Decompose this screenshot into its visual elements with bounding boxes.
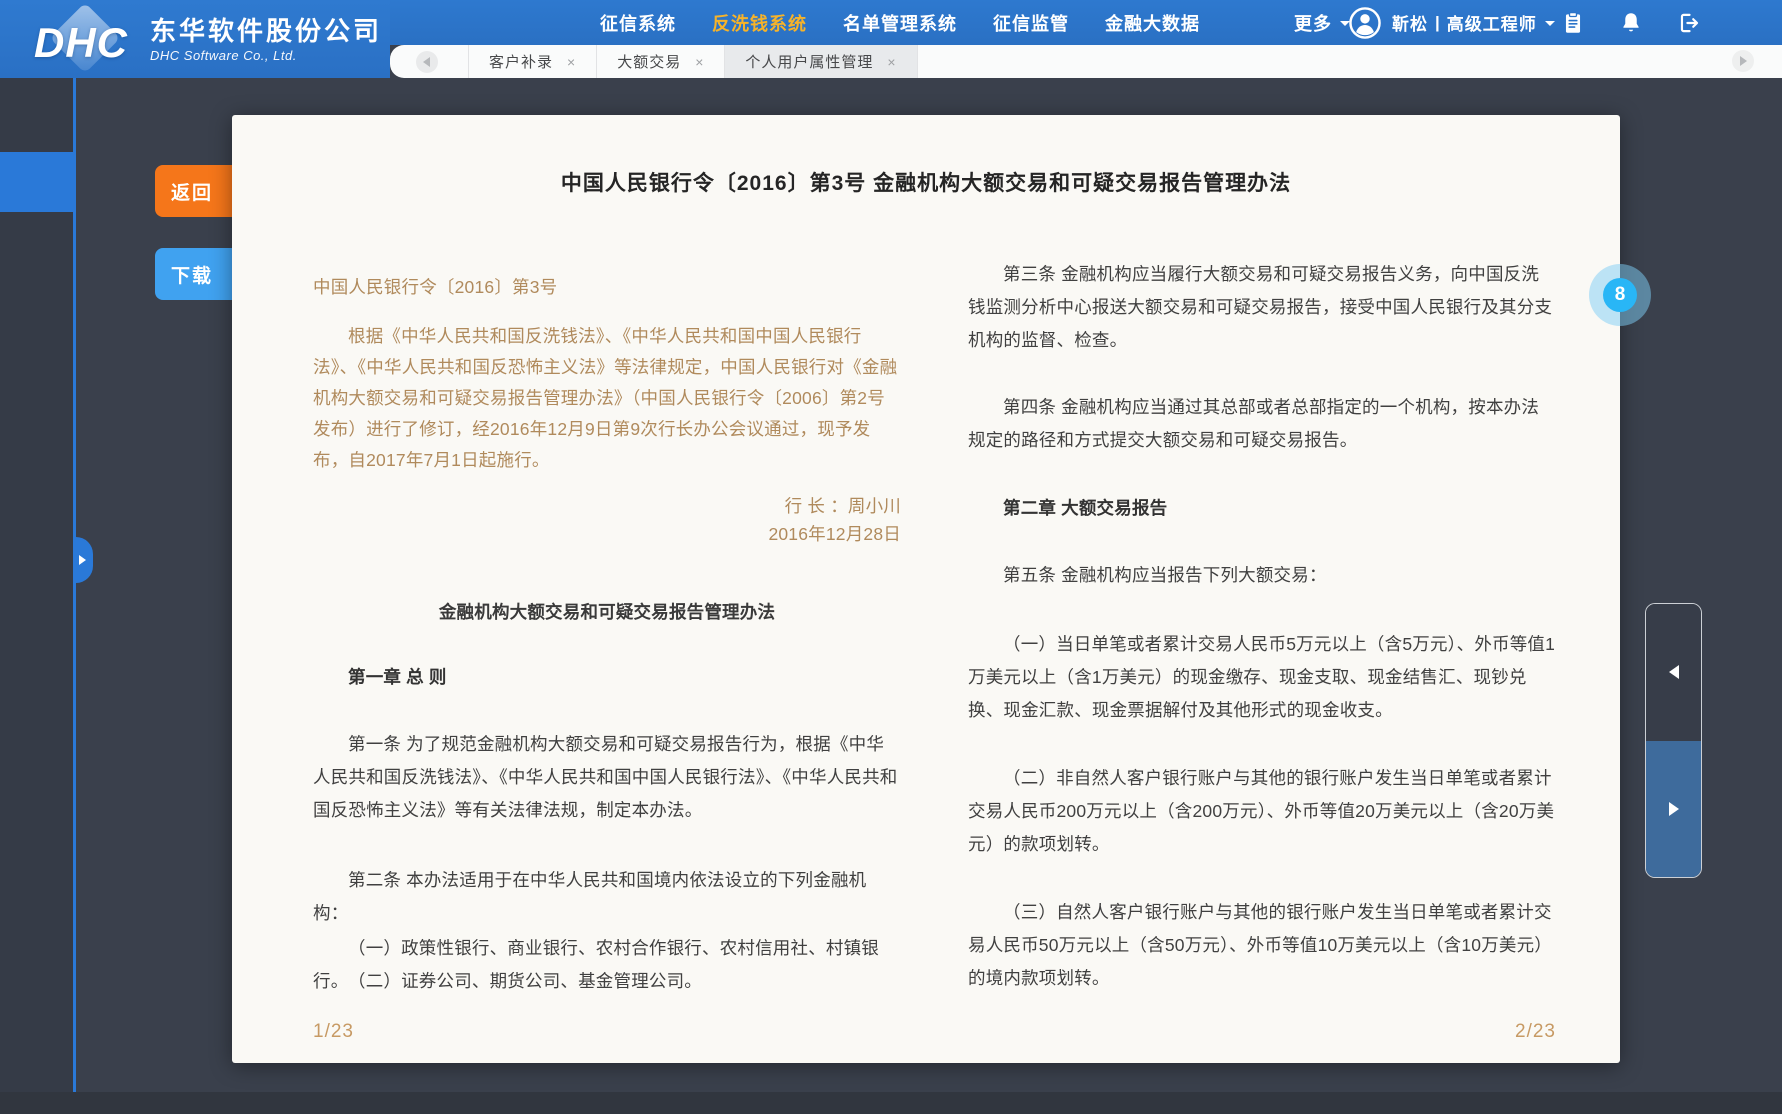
tabs: 客户补录 × 大额交易 × 个人用户属性管理 × [468, 45, 918, 78]
article-4: 第四条 金融机构应当通过其总部或者总部指定的一个机构，按本办法规定的路径和方式提… [968, 391, 1556, 457]
nav-label: 征信监管 [993, 10, 1069, 36]
article-3: 第三条 金融机构应当履行大额交易和可疑交易报告义务，向中国反洗钱监测分析中心报送… [968, 258, 1556, 357]
user-role: 高级工程师 [1447, 10, 1537, 35]
notification-badge[interactable]: 8 [1589, 264, 1651, 326]
nav-item-credit-system[interactable]: 征信系统 [600, 10, 676, 36]
nav-item-aml-system[interactable]: 反洗钱系统 [712, 10, 807, 36]
article-2-item-2: （二）证券公司、期货公司、基金管理公司。 [313, 965, 901, 998]
regulation-heading: 金融机构大额交易和可疑交易报告管理办法 [313, 596, 901, 629]
badge-count: 8 [1603, 278, 1637, 312]
tab-customer-supplement[interactable]: 客户补录 × [468, 45, 596, 78]
decree-preamble: 根据《中华人民共和国反洗钱法》、《中华人民共和国中国人民银行法》、《中华人民共和… [313, 321, 901, 476]
close-icon[interactable]: × [695, 55, 704, 69]
nav-item-list-management[interactable]: 名单管理系统 [843, 10, 957, 36]
chevron-left-icon [1662, 665, 1679, 679]
article-2: 第二条 本办法适用于在中华人民共和国境内依法设立的下列金融机构： [313, 864, 901, 930]
tab-personal-user-attributes[interactable]: 个人用户属性管理 × [724, 45, 917, 78]
header-actions [1560, 0, 1702, 45]
tab-large-transactions[interactable]: 大额交易 × [596, 45, 724, 78]
nav-label: 征信系统 [600, 10, 676, 36]
page-number-left: 1/23 [313, 1015, 901, 1048]
company-subtitle: DHC Software Co., Ltd. [150, 48, 382, 63]
nav-item-more[interactable]: 更多 [1294, 10, 1350, 36]
article-5-item-2: （二）非自然人客户银行账户与其他的银行账户发生当日单笔或者累计交易人民币200万… [968, 762, 1556, 861]
tab-label: 客户补录 [489, 51, 553, 72]
next-page-button[interactable] [1646, 741, 1701, 878]
nav-label: 金融大数据 [1105, 10, 1200, 36]
app-window: DHC 东华软件股份公司 DHC Software Co., Ltd. 征信系统… [0, 0, 1782, 1114]
article-5: 第五条 金融机构应当报告下列大额交易： [968, 559, 1556, 592]
chapter-2-heading: 第二章 大额交易报告 [968, 492, 1556, 525]
back-button[interactable]: 返回 [155, 165, 241, 217]
avatar-icon [1348, 6, 1382, 40]
decree-number: 中国人民银行令〔2016〕第3号 [313, 271, 901, 304]
article-5-item-1: （一）当日单笔或者累计交易人民币5万元以上（含5万元）、外币等值1万美元以上（含… [968, 628, 1556, 727]
tab-label: 大额交易 [617, 51, 681, 72]
bottom-bar [0, 1092, 1782, 1114]
sidebar-accent-line [73, 78, 76, 1092]
sidebar [0, 78, 73, 1092]
user-menu[interactable]: 靳松 | 高级工程师 [1348, 0, 1555, 45]
chevron-right-icon [1669, 802, 1686, 816]
nav-item-credit-supervision[interactable]: 征信监管 [993, 10, 1069, 36]
nav-label: 更多 [1294, 10, 1332, 36]
tab-scroll-right-icon[interactable] [1732, 50, 1754, 72]
chevron-left-icon [418, 57, 430, 67]
article-5-item-3: （三）自然人客户银行账户与其他的银行账户发生当日单笔或者累计交易人民币50万元以… [968, 896, 1556, 995]
tab-scroll-left-icon[interactable] [416, 51, 438, 73]
chevron-right-icon [79, 555, 91, 565]
page-number-right: 2/23 [968, 1015, 1556, 1048]
nav-item-big-data[interactable]: 金融大数据 [1105, 10, 1200, 36]
document-viewer[interactable]: 中国人民银行令〔2016〕第3号 金融机构大额交易和可疑交易报告管理办法 中国人… [232, 115, 1620, 1063]
dhc-logo: DHC [34, 7, 138, 71]
decree-sign-date: 2016年12月28日 [313, 519, 901, 550]
chevron-right-icon [1740, 56, 1752, 66]
previous-page-button[interactable] [1646, 604, 1701, 741]
sidebar-active-highlight [0, 152, 76, 212]
article-1: 第一条 为了规范金融机构大额交易和可疑交易报告行为，根据《中华人民共和国反洗钱法… [313, 728, 901, 827]
sidebar-expand-handle[interactable] [76, 537, 93, 583]
logout-icon[interactable] [1676, 10, 1702, 36]
user-name: 靳松 [1392, 10, 1428, 35]
chevron-down-icon [1545, 21, 1555, 31]
logo-block: DHC 东华软件股份公司 DHC Software Co., Ltd. [0, 0, 390, 78]
clipboard-icon[interactable] [1560, 10, 1586, 36]
nav-label: 反洗钱系统 [712, 10, 807, 36]
user-divider: | [1435, 13, 1440, 33]
main-nav: 征信系统 反洗钱系统 名单管理系统 征信监管 金融大数据 更多 [600, 0, 1350, 45]
logo-text-group: 东华软件股份公司 DHC Software Co., Ltd. [150, 16, 382, 63]
download-button[interactable]: 下载 [155, 248, 241, 300]
chapter-1-heading: 第一章 总 则 [313, 661, 901, 694]
close-icon[interactable]: × [887, 55, 896, 69]
tab-bar: 客户补录 × 大额交易 × 个人用户属性管理 × [390, 45, 1782, 78]
logo-dhc-text: DHC [34, 19, 128, 67]
nav-label: 名单管理系统 [843, 10, 957, 36]
document-title: 中国人民银行令〔2016〕第3号 金融机构大额交易和可疑交易报告管理办法 [232, 167, 1620, 197]
decree-signer: 行 长 ：周小川 [313, 491, 901, 522]
bell-icon[interactable] [1618, 10, 1644, 36]
company-name: 东华软件股份公司 [150, 16, 382, 46]
close-icon[interactable]: × [567, 55, 576, 69]
page-navigation [1645, 603, 1702, 878]
tab-label: 个人用户属性管理 [745, 51, 873, 72]
